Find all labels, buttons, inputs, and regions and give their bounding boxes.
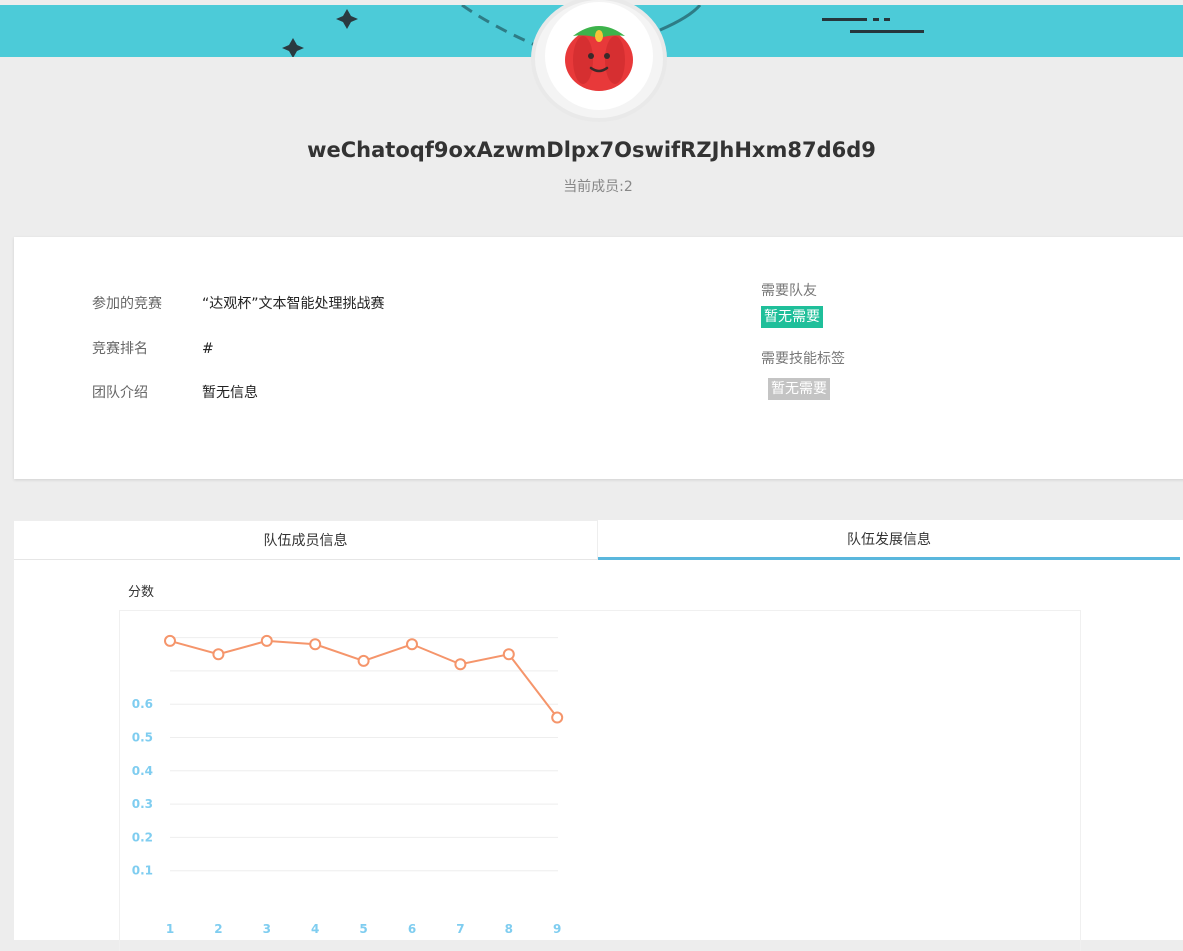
team-tabs-panel: 队伍成员信息 队伍发展信息 分数 0.1 0.2 0.3 0.4 0.5 0.6 1 2 3 4 5… — [14, 520, 1183, 951]
y-tick-label: 0.3 — [132, 797, 153, 811]
x-tick-label: 5 — [359, 922, 367, 936]
y-tick-label: 0.2 — [132, 830, 153, 844]
x-tick-label: 7 — [456, 922, 464, 936]
rank-label: 竞赛排名 — [92, 341, 148, 357]
tab-team-members[interactable]: 队伍成员信息 — [14, 520, 598, 560]
y-tick-label: 0.4 — [132, 764, 153, 778]
x-tick-label: 4 — [311, 922, 319, 936]
score-line-chart: 0.1 0.2 0.3 0.4 0.5 0.6 1 2 3 4 5 6 7 8 9 — [132, 634, 564, 936]
avatar[interactable] — [535, 0, 663, 118]
member-count: 当前成员:2 — [563, 179, 633, 195]
rank-value: # — [202, 341, 214, 357]
y-tick-label: 0.6 — [132, 697, 153, 711]
team-info-card: 参加的竞赛 “达观杯”文本智能处理挑战赛 竞赛排名 # 团队介绍 暂无信息 需要队友 … — [14, 237, 1183, 479]
data-point[interactable] — [260, 634, 273, 647]
x-tick-label: 2 — [214, 922, 222, 936]
series-line — [169, 639, 558, 719]
intro-label: 团队介绍 — [92, 385, 148, 401]
competition-row: 参加的竞赛 “达观杯”文本智能处理挑战赛 — [92, 293, 385, 313]
score-chart: 0.1 0.2 0.3 0.4 0.5 0.6 1 2 3 4 5 6 7 8 9 — [119, 610, 1081, 951]
competition-label: 参加的竞赛 — [92, 296, 162, 312]
intro-row: 团队介绍 暂无信息 — [92, 382, 258, 402]
data-point[interactable] — [406, 638, 418, 651]
data-point[interactable] — [551, 711, 564, 724]
need-teammate-label: 需要队友 — [761, 283, 817, 299]
rank-row: 竞赛排名 # — [92, 338, 214, 358]
x-tick-label: 1 — [166, 922, 174, 936]
team-name: weChatoqf9oxAzwmDlpx7OswifRZJhHxm87d6d9 — [307, 138, 876, 162]
data-point[interactable] — [502, 648, 515, 661]
need-teammate-tag: 暂无需要 — [761, 306, 823, 328]
need-skill-label: 需要技能标签 — [761, 351, 845, 367]
intro-value: 暂无信息 — [202, 385, 258, 401]
y-tick-label: 0.5 — [132, 731, 153, 745]
data-point[interactable] — [212, 648, 225, 661]
chart-y-axis-label: 分数 — [128, 585, 155, 600]
data-point[interactable] — [357, 654, 370, 667]
x-tick-label: 8 — [505, 922, 513, 936]
data-point[interactable] — [309, 638, 322, 651]
competition-value: “达观杯”文本智能处理挑战赛 — [202, 296, 385, 312]
y-tick-label: 0.1 — [132, 864, 153, 878]
tomato-face-icon — [565, 26, 633, 91]
data-point[interactable] — [164, 634, 176, 647]
need-skill-tag: 暂无需要 — [768, 378, 830, 400]
x-tick-label: 3 — [263, 922, 271, 936]
tab-team-development[interactable]: 队伍发展信息 — [598, 520, 1180, 560]
x-tick-label: 6 — [408, 922, 416, 936]
x-tick-label: 9 — [553, 922, 561, 936]
data-point[interactable] — [454, 658, 467, 671]
